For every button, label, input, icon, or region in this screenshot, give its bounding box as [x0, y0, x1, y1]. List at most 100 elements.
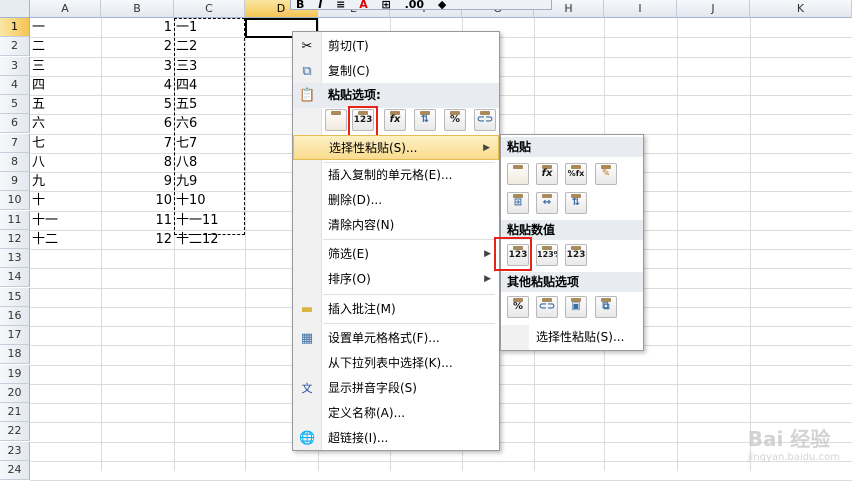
- cell-b6[interactable]: 6: [101, 114, 174, 133]
- row-header[interactable]: 16: [0, 306, 30, 326]
- bold-button[interactable]: B: [296, 0, 304, 9]
- row-header[interactable]: 22: [0, 422, 30, 442]
- row-header[interactable]: 7: [0, 133, 30, 153]
- column-header-a[interactable]: A: [30, 0, 101, 18]
- select-all-corner[interactable]: [0, 0, 30, 18]
- paste-formatting-icon[interactable]: %: [444, 109, 466, 131]
- row-header[interactable]: 6: [0, 114, 30, 134]
- cell-a3[interactable]: 三: [30, 57, 101, 76]
- cell-b5[interactable]: 5: [101, 95, 174, 114]
- row-header[interactable]: 11: [0, 210, 30, 230]
- cell-a11[interactable]: 十一: [30, 211, 101, 230]
- row-header[interactable]: 4: [0, 75, 30, 95]
- cell-a5[interactable]: 五: [30, 95, 101, 114]
- paste-keep-source-format-icon[interactable]: ✎: [595, 163, 617, 185]
- font-color-button[interactable]: A: [359, 0, 368, 9]
- cell-a2[interactable]: 二: [30, 37, 101, 56]
- paste-linked-picture-icon[interactable]: ⧉: [595, 296, 617, 318]
- paste-transpose-icon[interactable]: ⇅: [414, 109, 436, 131]
- menu-separator: [323, 294, 495, 295]
- cell-b8[interactable]: 8: [101, 153, 174, 172]
- column-header-j[interactable]: J: [677, 0, 750, 18]
- row-header[interactable]: 3: [0, 56, 30, 76]
- cell-b2[interactable]: 2: [101, 37, 174, 56]
- comment-icon: ▬: [300, 302, 314, 317]
- cell-a9[interactable]: 九: [30, 172, 101, 191]
- paste-keep-width-icon[interactable]: ↔: [536, 192, 558, 214]
- menu-item-insert-copied[interactable]: 插入复制的单元格(E)...: [293, 163, 499, 188]
- row-header[interactable]: 9: [0, 172, 30, 191]
- menu-item-format-cells[interactable]: ▦ 设置单元格格式(F)...: [293, 326, 499, 351]
- decimal-button[interactable]: .00: [405, 0, 425, 9]
- paste-formatting-icon[interactable]: %: [507, 296, 529, 318]
- align-center-button[interactable]: ≡: [336, 0, 345, 9]
- menu-item-define-name[interactable]: 定义名称(A)...: [293, 401, 499, 426]
- paste-values-source-format-icon[interactable]: 123: [565, 244, 587, 266]
- menu-item-insert-comment[interactable]: ▬ 插入批注(M): [293, 297, 499, 322]
- paste-formulas-fx-icon[interactable]: fx: [384, 109, 406, 131]
- paste-formulas-icon[interactable]: fx: [536, 163, 558, 185]
- menu-item-paste-special-label: 选择性粘贴(S)...: [329, 141, 418, 155]
- column-header-b[interactable]: B: [101, 0, 174, 18]
- menu-item-copy-label: 复制(C): [328, 64, 370, 78]
- paste-values-number-format-icon[interactable]: 123%: [536, 244, 558, 266]
- row-header[interactable]: 18: [0, 345, 30, 365]
- paste-all-icon[interactable]: [507, 163, 529, 185]
- cell-b9[interactable]: 9: [101, 172, 174, 191]
- row-header[interactable]: 8: [0, 152, 30, 172]
- cell-b1[interactable]: 1: [101, 18, 174, 37]
- column-header-k[interactable]: K: [750, 0, 852, 18]
- cell-a4[interactable]: 四: [30, 76, 101, 95]
- row-header[interactable]: 15: [0, 287, 30, 307]
- borders-button[interactable]: ⊞: [382, 0, 391, 9]
- menu-item-sort[interactable]: 排序(O) ▶: [293, 267, 499, 292]
- menu-item-paste-special[interactable]: 选择性粘贴(S)... ▶: [293, 135, 499, 160]
- cell-a12[interactable]: 十二: [30, 230, 101, 249]
- submenu-item-paste-special[interactable]: 选择性粘贴(S)...: [501, 325, 643, 350]
- row-header[interactable]: 1: [0, 18, 30, 37]
- cell-a8[interactable]: 八: [30, 153, 101, 172]
- menu-item-clear[interactable]: 清除内容(N): [293, 213, 499, 238]
- cell-a10[interactable]: 十: [30, 191, 101, 210]
- row-header[interactable]: 21: [0, 403, 30, 422]
- menu-item-filter[interactable]: 筛选(E) ▶: [293, 242, 499, 267]
- cell-b3[interactable]: 3: [101, 57, 174, 76]
- column-header-c[interactable]: C: [174, 0, 245, 18]
- cell-b7[interactable]: 7: [101, 134, 174, 153]
- paste-link-icon[interactable]: ⊂⊃: [536, 296, 558, 318]
- cell-b10[interactable]: 10: [101, 191, 174, 210]
- paste-formulas-number-format-icon[interactable]: %fx: [565, 163, 587, 185]
- paste-transpose-icon[interactable]: ⇅: [565, 192, 587, 214]
- cell-b4[interactable]: 4: [101, 76, 174, 95]
- column-header-i[interactable]: I: [604, 0, 677, 18]
- row-header[interactable]: 24: [0, 460, 30, 480]
- paste-link-icon[interactable]: ⊂⊃: [474, 109, 496, 131]
- cell-a1[interactable]: 一: [30, 18, 101, 37]
- menu-item-hyperlink[interactable]: 🌐 超链接(I)...: [293, 426, 499, 451]
- row-header[interactable]: 17: [0, 326, 30, 345]
- row-header[interactable]: 19: [0, 364, 30, 384]
- row-header[interactable]: 12: [0, 229, 30, 249]
- row-header[interactable]: 5: [0, 95, 30, 114]
- menu-item-cut[interactable]: ✂ 剪切(T): [293, 34, 499, 59]
- menu-item-delete[interactable]: 删除(D)...: [293, 188, 499, 213]
- cell-a7[interactable]: 七: [30, 134, 101, 153]
- cell-a6[interactable]: 六: [30, 114, 101, 133]
- paste-icon[interactable]: [325, 109, 347, 131]
- menu-item-pick-list[interactable]: 从下拉列表中选择(K)...: [293, 351, 499, 376]
- paste-picture-icon[interactable]: ▣: [565, 296, 587, 318]
- row-header[interactable]: 2: [0, 37, 30, 57]
- row-header[interactable]: 14: [0, 268, 30, 288]
- format-painter-button[interactable]: ◆: [438, 0, 446, 9]
- paste-no-borders-icon[interactable]: ⊞: [507, 192, 529, 214]
- cell-b11[interactable]: 11: [101, 211, 174, 230]
- cell-b12[interactable]: 12: [101, 230, 174, 249]
- italic-button[interactable]: I: [318, 0, 322, 9]
- menu-item-copy[interactable]: ⧉ 复制(C): [293, 59, 499, 84]
- row-header[interactable]: 20: [0, 383, 30, 403]
- row-header[interactable]: 10: [0, 191, 30, 211]
- row-header[interactable]: 23: [0, 441, 30, 461]
- row-header[interactable]: 13: [0, 249, 30, 268]
- clipboard-icon: 📋: [299, 88, 316, 103]
- menu-item-phonetic[interactable]: 文 显示拼音字段(S): [293, 376, 499, 401]
